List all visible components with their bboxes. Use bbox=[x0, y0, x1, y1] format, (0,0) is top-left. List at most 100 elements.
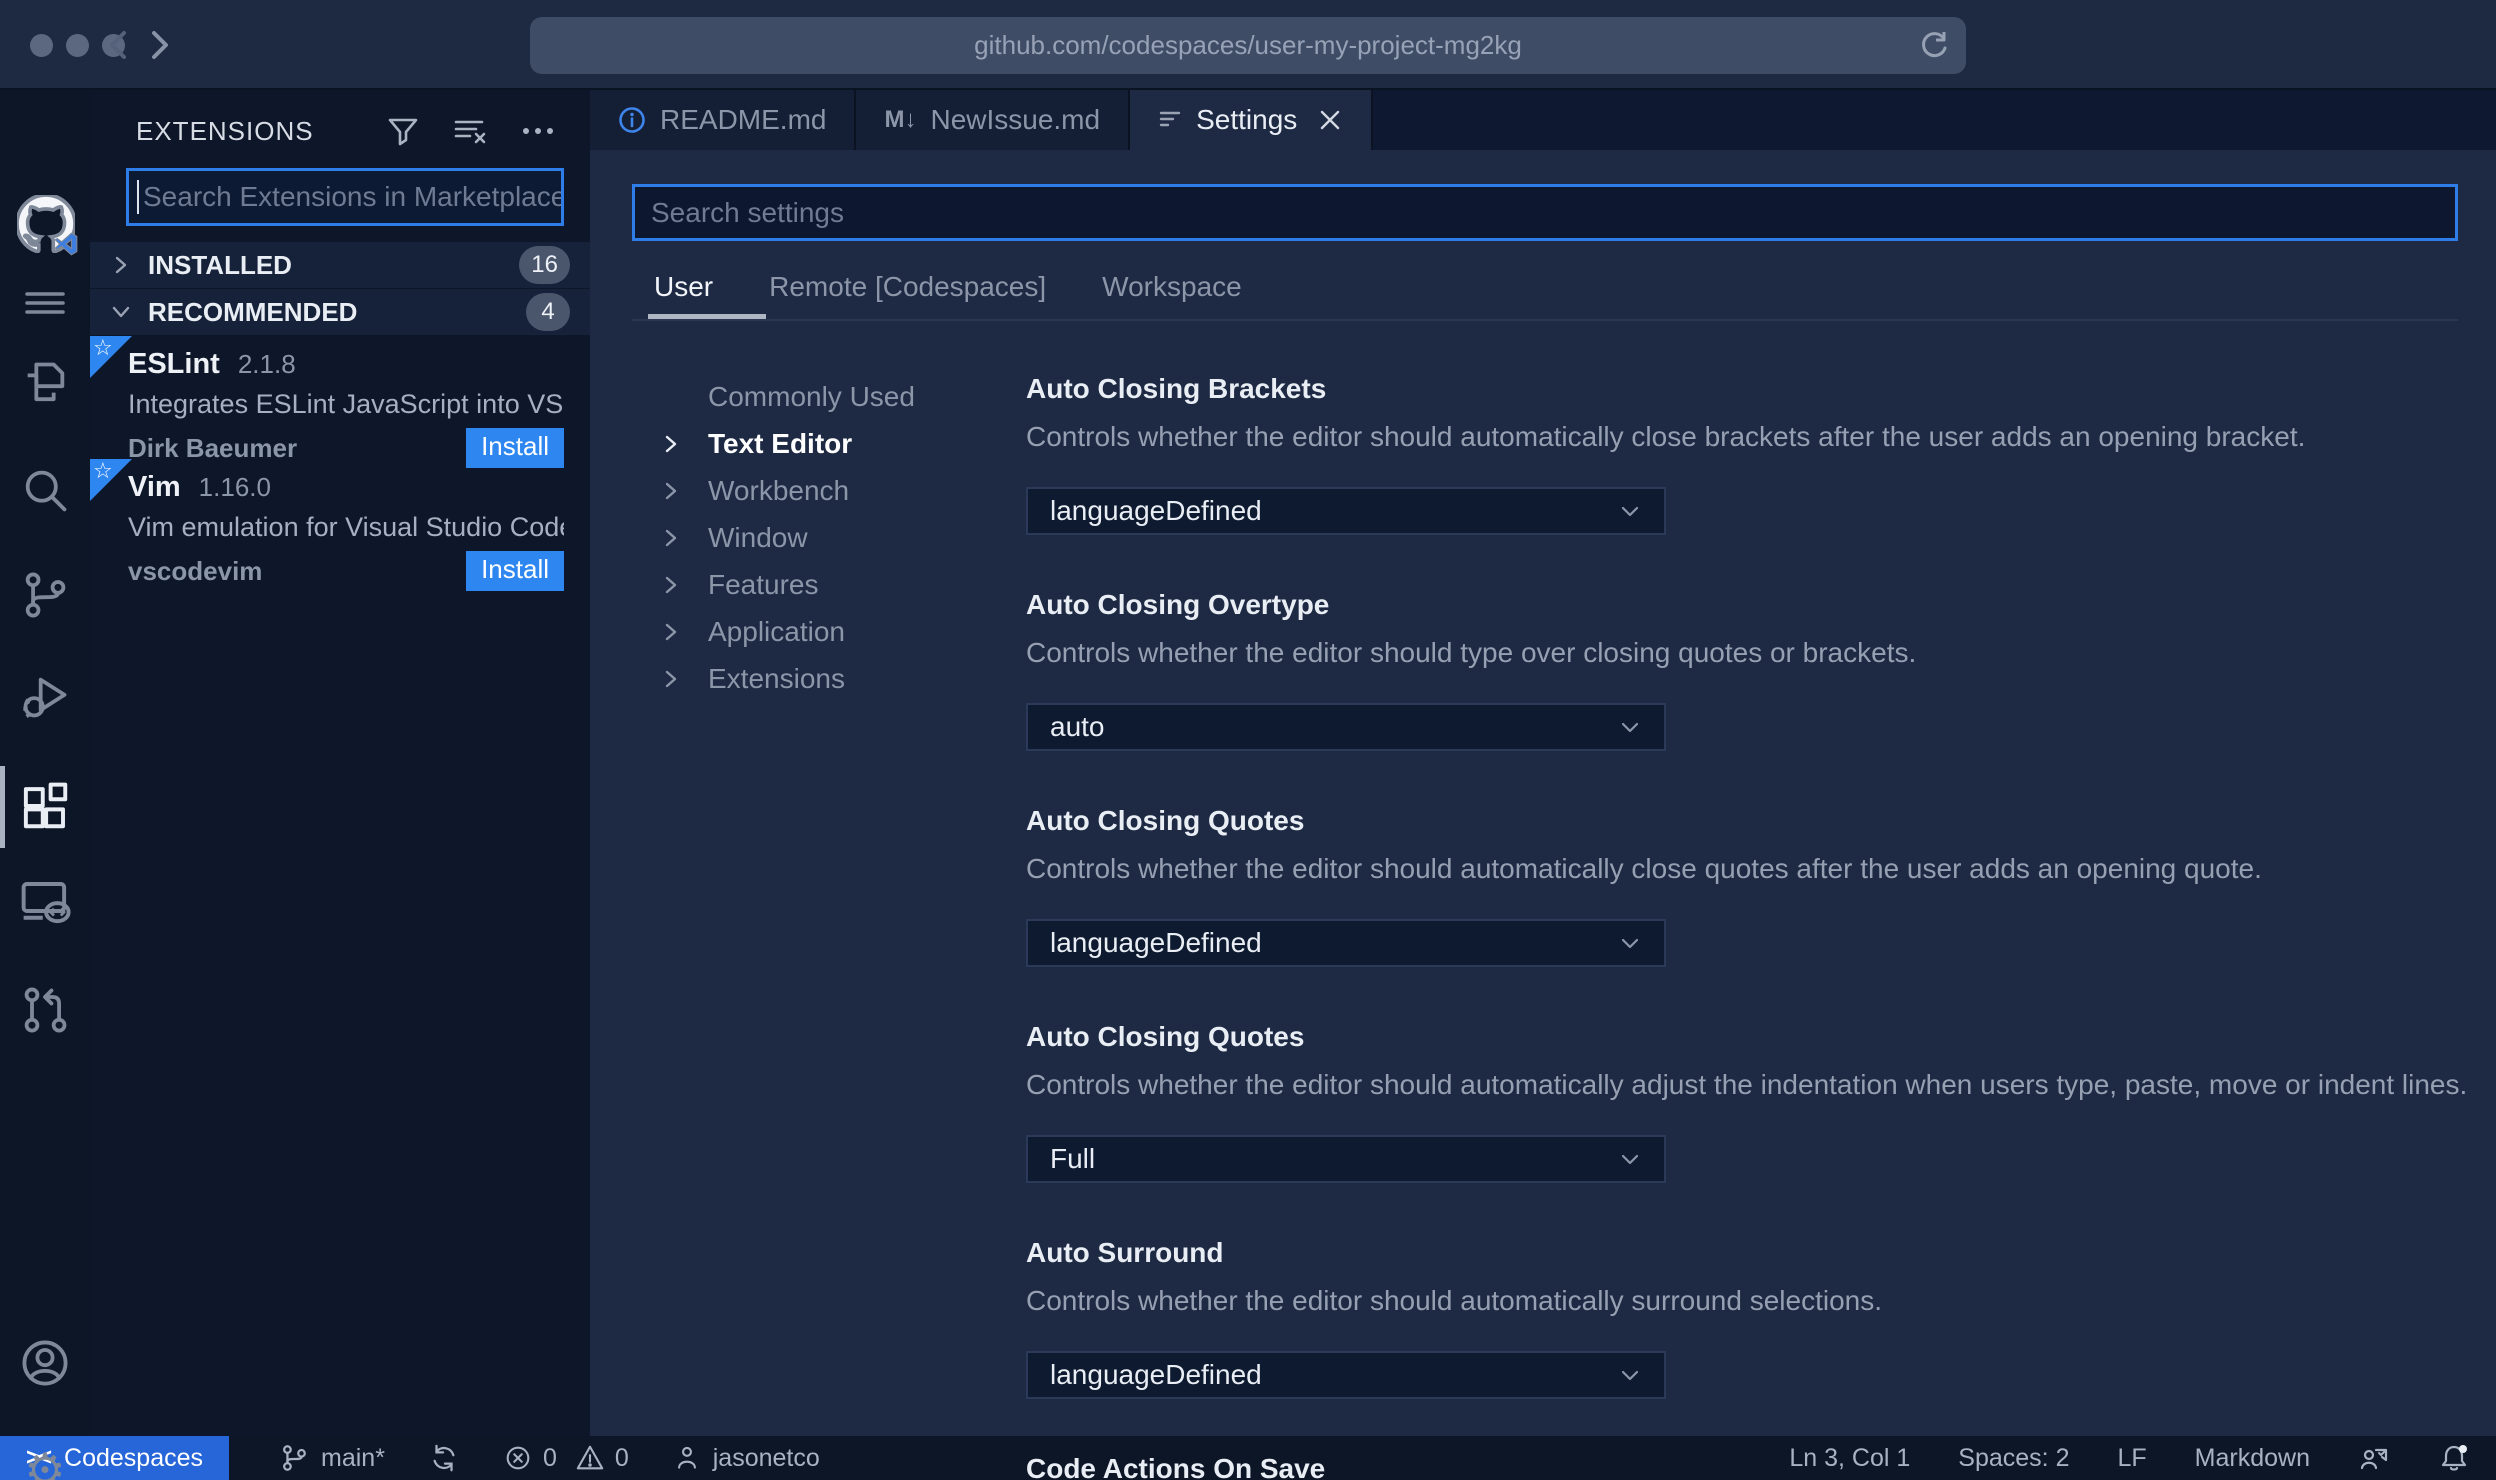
sync-item[interactable] bbox=[429, 1443, 459, 1473]
run-debug-icon[interactable] bbox=[17, 669, 73, 725]
tab-readme[interactable]: README.md bbox=[590, 90, 857, 150]
chevron-down-icon bbox=[1621, 938, 1639, 949]
remote-explorer-icon[interactable] bbox=[17, 874, 73, 930]
browser-window: github.com/codespaces/user-my-project-mg… bbox=[0, 0, 2496, 1480]
address-bar[interactable]: github.com/codespaces/user-my-project-mg… bbox=[530, 17, 1966, 74]
setting-dropdown[interactable]: auto bbox=[1026, 703, 1666, 751]
setting-entry: Auto Closing Brackets Controls whether t… bbox=[1026, 373, 2458, 535]
scope-tab-remote[interactable]: Remote [Codespaces] bbox=[769, 271, 1046, 317]
filter-icon[interactable] bbox=[386, 114, 420, 148]
codespaces-label: Codespaces bbox=[64, 1443, 204, 1472]
settings-scope-tabs: User Remote [Codespaces] Workspace bbox=[647, 271, 2458, 319]
branch-icon bbox=[283, 1445, 306, 1471]
chevron-down-icon bbox=[1621, 506, 1639, 517]
tree-item-features[interactable]: Features bbox=[632, 561, 1026, 608]
extensions-search-input[interactable] bbox=[139, 181, 561, 213]
setting-title: Auto Closing Brackets bbox=[1026, 373, 1327, 404]
setting-dropdown[interactable]: languageDefined bbox=[1026, 487, 1666, 535]
warnings-icon bbox=[576, 1445, 604, 1470]
github-home-icon[interactable] bbox=[17, 195, 78, 256]
branch-item[interactable]: main* bbox=[279, 1443, 385, 1473]
settings-list-icon bbox=[1159, 111, 1181, 127]
install-button[interactable]: Install bbox=[466, 551, 564, 591]
extension-version: 2.1.8 bbox=[237, 349, 296, 379]
setting-description: Controls whether the editor should autom… bbox=[1026, 421, 2306, 452]
tab-settings[interactable]: Settings bbox=[1130, 90, 1374, 150]
tree-item-extensions[interactable]: Extensions bbox=[632, 655, 1026, 702]
chevron-down-icon bbox=[1621, 1370, 1639, 1381]
setting-title: Auto Surround bbox=[1026, 1237, 1224, 1268]
setting-description: Controls whether the editor should type … bbox=[1026, 637, 1917, 668]
activity-bar: ⚙ bbox=[0, 90, 90, 1480]
errors-icon bbox=[506, 1446, 530, 1470]
chevron-right-icon bbox=[665, 435, 677, 452]
source-control-icon[interactable] bbox=[17, 567, 73, 623]
setting-entry: Auto Closing Quotes Controls whether the… bbox=[1026, 1021, 2467, 1183]
setting-title: Auto Closing Quotes bbox=[1026, 805, 1305, 836]
clear-extensions-icon[interactable] bbox=[452, 114, 488, 148]
tree-item-text-editor[interactable]: Text Editor bbox=[632, 420, 1026, 467]
setting-entry: Auto Surround Controls whether the edito… bbox=[1026, 1237, 2458, 1399]
extensions-search-box[interactable] bbox=[126, 168, 564, 226]
browser-forward-icon[interactable] bbox=[142, 28, 176, 62]
section-count-badge: 16 bbox=[519, 246, 570, 284]
setting-dropdown[interactable]: Full bbox=[1026, 1135, 1666, 1183]
settings-entries: Auto Closing Brackets Controls whether t… bbox=[1026, 373, 2467, 1480]
settings-gear-icon[interactable]: ⚙ bbox=[17, 1442, 73, 1480]
setting-title: Auto Closing Overtype bbox=[1026, 589, 1330, 620]
window-minimize-button[interactable] bbox=[66, 34, 89, 57]
extension-list-item-vim[interactable]: ☆ Vim 1.16.0 Vim emulation for Visual St… bbox=[90, 459, 590, 591]
menu-icon[interactable] bbox=[17, 275, 73, 331]
setting-dropdown[interactable]: languageDefined bbox=[1026, 919, 1666, 967]
section-label: INSTALLED bbox=[148, 249, 292, 280]
dropdown-value: languageDefined bbox=[1050, 1359, 1262, 1390]
setting-title: Auto Closing Quotes bbox=[1026, 1021, 1305, 1052]
browser-chrome: github.com/codespaces/user-my-project-mg… bbox=[0, 0, 2496, 90]
extension-version: 1.16.0 bbox=[198, 472, 271, 502]
setting-entry: Code Actions On Save bbox=[1026, 1453, 2458, 1480]
github-pull-requests-icon[interactable] bbox=[17, 982, 73, 1038]
chevron-down-icon bbox=[1621, 722, 1639, 733]
tab-label: README.md bbox=[660, 104, 827, 135]
tree-item-application[interactable]: Application bbox=[632, 608, 1026, 655]
search-icon[interactable] bbox=[17, 463, 73, 519]
extension-description: Integrates ESLint JavaScript into VS C..… bbox=[128, 389, 564, 419]
setting-description: Controls whether the editor should autom… bbox=[1026, 1285, 1883, 1316]
section-installed[interactable]: INSTALLED 16 bbox=[90, 242, 590, 289]
section-label: RECOMMENDED bbox=[148, 296, 358, 327]
address-bar-url: github.com/codespaces/user-my-project-mg… bbox=[974, 30, 1522, 60]
extension-list-item-eslint[interactable]: ☆ ESLint 2.1.8 Integrates ESLint JavaScr… bbox=[90, 336, 590, 468]
explorer-icon[interactable] bbox=[17, 356, 73, 412]
tree-item-workbench[interactable]: Workbench bbox=[632, 467, 1026, 514]
scope-tab-user[interactable]: User bbox=[647, 271, 767, 319]
extensions-icon[interactable] bbox=[17, 778, 73, 834]
problems-item[interactable]: 0 0 bbox=[503, 1443, 629, 1473]
star-icon: ☆ bbox=[93, 336, 113, 361]
chevron-down-icon bbox=[112, 306, 130, 318]
chevron-right-icon bbox=[665, 623, 677, 640]
settings-search-input[interactable] bbox=[635, 196, 2455, 229]
browser-back-icon[interactable] bbox=[102, 28, 136, 62]
scope-tab-workspace[interactable]: Workspace bbox=[1102, 271, 1242, 317]
account-icon[interactable] bbox=[17, 1335, 73, 1391]
tree-item-commonly-used[interactable]: Commonly Used bbox=[632, 373, 1026, 420]
extension-description: Vim emulation for Visual Studio Code... bbox=[128, 512, 564, 542]
close-icon[interactable] bbox=[1317, 107, 1343, 133]
settings-search-box[interactable] bbox=[632, 184, 2458, 241]
window-close-button[interactable] bbox=[30, 34, 53, 57]
setting-dropdown[interactable]: languageDefined bbox=[1026, 1351, 1666, 1399]
chevron-right-icon bbox=[115, 256, 127, 274]
recommended-ribbon: ☆ bbox=[90, 336, 132, 378]
branch-label: main* bbox=[321, 1443, 385, 1472]
setting-entry: Auto Closing Quotes Controls whether the… bbox=[1026, 805, 2458, 967]
tree-item-window[interactable]: Window bbox=[632, 514, 1026, 561]
tab-newissue[interactable]: M↓ NewIssue.md bbox=[856, 90, 1131, 150]
dropdown-value: languageDefined bbox=[1050, 495, 1262, 526]
settings-editor: User Remote [Codespaces] Workspace Commo… bbox=[590, 150, 2496, 1480]
refresh-icon[interactable] bbox=[1916, 27, 1952, 63]
chevron-right-icon bbox=[665, 576, 677, 593]
sync-icon bbox=[433, 1444, 455, 1472]
dropdown-value: languageDefined bbox=[1050, 927, 1262, 958]
section-recommended[interactable]: RECOMMENDED 4 bbox=[90, 289, 590, 336]
more-actions-icon[interactable] bbox=[520, 114, 556, 148]
